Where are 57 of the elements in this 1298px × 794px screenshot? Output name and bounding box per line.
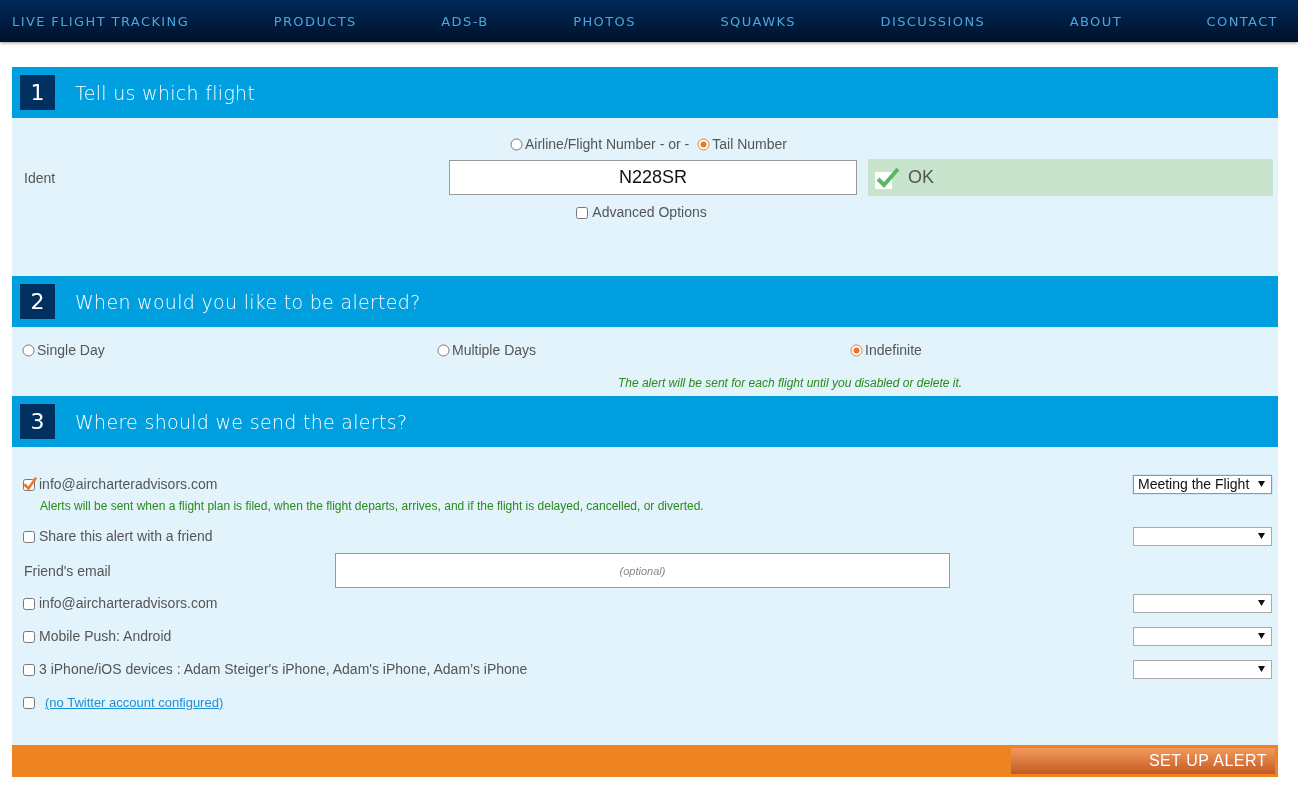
nav-link[interactable]: SQUAWKS xyxy=(720,13,796,29)
checkbox-label[interactable]: Advanced Options xyxy=(592,204,707,220)
checkbox[interactable] xyxy=(22,662,37,676)
radio-label[interactable]: Single Day xyxy=(37,342,105,358)
dropdown-value: Meeting the Flight xyxy=(1138,476,1250,492)
dropdown[interactable] xyxy=(1133,659,1272,679)
checkbox[interactable] xyxy=(22,695,37,709)
status-text: OK xyxy=(908,167,934,188)
field-label: Friend's email xyxy=(24,562,112,579)
checkbox-label[interactable]: info@aircharteradvisors.com xyxy=(39,476,218,492)
checkmark-icon xyxy=(874,165,900,190)
nav-link[interactable]: PHOTOS xyxy=(573,13,636,29)
checkbox-label[interactable]: info@aircharteradvisors.com xyxy=(39,595,218,611)
radio-label[interactable]: Multiple Days xyxy=(452,342,537,358)
step-number: 2 xyxy=(20,284,55,319)
info-note: Alerts will be sent when a flight plan is filed, when the flight departs, arrives, and if the flight is delayed, cancelled, or diverted. xyxy=(40,499,705,513)
checkbox-label[interactable]: 3 iPhone/iOS devices : Adam Steiger's iPhone, Adam's iPhone, Adam’s iPhone xyxy=(39,661,528,677)
dropdown[interactable] xyxy=(1133,626,1272,646)
ident-input[interactable]: N228SR xyxy=(449,160,857,195)
radio-button[interactable] xyxy=(850,343,863,357)
nav-link[interactable]: CONTACT xyxy=(1206,13,1278,29)
step-number: 3 xyxy=(20,404,55,439)
checkbox[interactable] xyxy=(22,596,37,610)
nav-link[interactable]: DISCUSSIONS xyxy=(880,13,986,29)
radio-button[interactable] xyxy=(510,137,523,151)
email-input[interactable]: (optional) xyxy=(335,553,950,588)
section-title: Where should we send the alerts? xyxy=(75,410,408,433)
checkbox[interactable] xyxy=(22,629,37,643)
nav-link[interactable]: ABOUT xyxy=(1069,13,1122,29)
caret-icon xyxy=(1258,633,1265,639)
radio-label[interactable]: Tail Number xyxy=(712,136,787,152)
checkbox-label[interactable]: Mobile Push: Android xyxy=(39,628,172,644)
checkbox[interactable] xyxy=(22,529,37,543)
radio-button[interactable] xyxy=(22,343,35,357)
radio-label[interactable]: Indefinite xyxy=(865,342,922,358)
radio-label[interactable]: Airline/Flight Number xyxy=(525,136,656,152)
caret-icon xyxy=(1258,600,1265,606)
nav-link[interactable]: PRODUCTS xyxy=(273,13,357,29)
caret-icon xyxy=(1258,666,1265,672)
radio-button[interactable] xyxy=(697,137,711,151)
nav-link[interactable]: ADS-B xyxy=(441,13,489,29)
checkbox[interactable] xyxy=(22,477,37,491)
section-title: Tell us which flight xyxy=(75,81,256,104)
checkbox-label[interactable]: Share this alert with a friend xyxy=(39,528,213,544)
section-title: When would you like to be alerted? xyxy=(75,290,421,313)
dropdown[interactable]: Meeting the Flight xyxy=(1133,474,1272,494)
radio-button[interactable] xyxy=(437,343,450,357)
field-label: Ident xyxy=(24,169,57,186)
separator-text: - or - xyxy=(659,136,690,152)
checkbox[interactable] xyxy=(575,205,591,219)
caret-icon xyxy=(1258,533,1265,539)
dropdown[interactable] xyxy=(1133,593,1272,613)
caret-icon xyxy=(1258,481,1265,487)
info-note: The alert will be sent for each flight until you disabled or delete it. xyxy=(616,375,964,390)
dropdown[interactable] xyxy=(1133,526,1272,546)
nav-link[interactable]: LIVE FLIGHT TRACKING xyxy=(12,13,190,29)
step-number: 1 xyxy=(20,75,55,110)
